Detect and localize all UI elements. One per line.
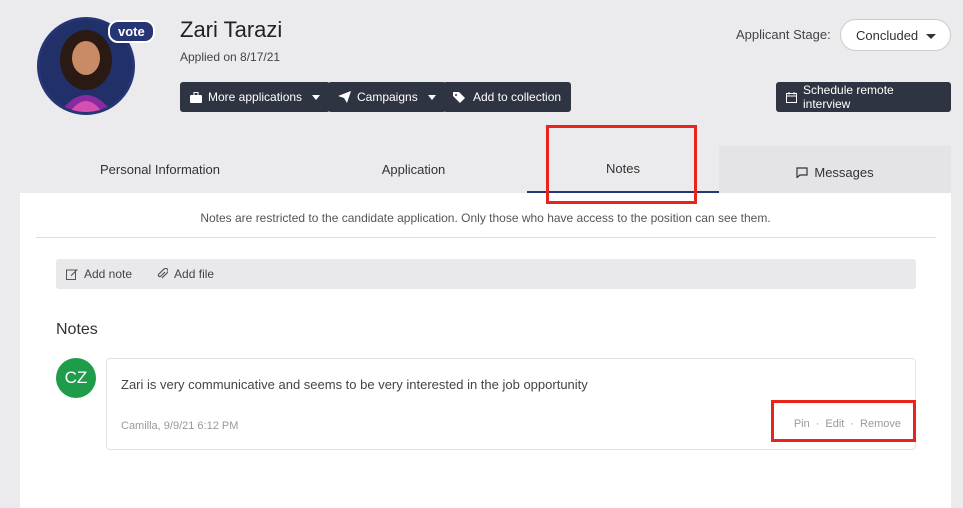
paper-plane-icon (338, 91, 351, 103)
tab-label: Personal Information (100, 162, 220, 177)
campaigns-label: Campaigns (357, 90, 418, 104)
notes-restriction-text: Notes are restricted to the candidate ap… (200, 211, 771, 225)
notes-toolbar: Add note Add file (56, 259, 916, 289)
separator: · (850, 418, 855, 430)
tab-label: Messages (814, 165, 874, 180)
candidate-name: Zari Tarazi (180, 17, 283, 42)
tab-personal-information[interactable]: Personal Information (20, 146, 300, 193)
tab-label: Notes (606, 161, 640, 176)
campaigns-button[interactable]: Campaigns (328, 82, 446, 112)
tab-messages[interactable]: Messages (719, 146, 951, 193)
note-author-avatar: CZ (56, 358, 96, 398)
applicant-stage-value: Concluded (856, 27, 919, 43)
divider (36, 237, 936, 238)
add-note-label: Add note (84, 267, 133, 281)
tags-icon (453, 92, 465, 103)
chevron-down-icon (427, 94, 436, 100)
separator: · (815, 418, 820, 430)
add-to-collection-button[interactable]: Add to collection (443, 82, 572, 112)
calendar-icon (786, 91, 797, 103)
schedule-interview-button[interactable]: Schedule remote interview (776, 82, 951, 112)
paperclip-icon (157, 268, 169, 279)
tab-notes[interactable]: Notes (527, 146, 719, 193)
note-actions: Pin · Edit · Remove (794, 418, 901, 430)
profile-tabs: Personal Information Application Notes M… (20, 146, 951, 193)
add-note-button[interactable]: Add note (66, 267, 132, 281)
pin-note-link[interactable]: Pin (794, 418, 810, 430)
note-text: Zari is very communicative and seems to … (121, 377, 588, 392)
note-meta: Camilla, 9/9/21 6:12 PM (121, 420, 239, 432)
add-file-button[interactable]: Add file (156, 267, 214, 281)
applicant-stage-label: Applicant Stage: (736, 27, 831, 42)
notes-heading: Notes (56, 321, 98, 338)
vote-badge[interactable]: vote (108, 20, 155, 43)
edit-note-link[interactable]: Edit (825, 418, 844, 430)
edit-icon (66, 269, 78, 280)
add-to-collection-label: Add to collection (473, 90, 562, 104)
briefcase-icon (190, 91, 202, 103)
tab-label: Application (381, 162, 446, 177)
tab-application[interactable]: Application (300, 146, 527, 193)
schedule-interview-label: Schedule remote interview (803, 83, 894, 111)
more-applications-button[interactable]: More applications (180, 82, 331, 112)
chevron-down-icon (312, 94, 321, 100)
chevron-down-icon (926, 34, 936, 39)
candidate-avatar-wrap: vote (37, 17, 155, 115)
applied-date: Applied on 8/17/21 (180, 50, 281, 64)
message-icon (796, 167, 808, 178)
more-applications-label: More applications (208, 90, 303, 104)
note-card: Zari is very communicative and seems to … (106, 358, 916, 450)
applicant-stage-select[interactable]: Concluded (840, 19, 951, 51)
remove-note-link[interactable]: Remove (860, 418, 901, 430)
add-file-label: Add file (174, 267, 215, 281)
notes-panel: Notes are restricted to the candidate ap… (20, 193, 951, 508)
